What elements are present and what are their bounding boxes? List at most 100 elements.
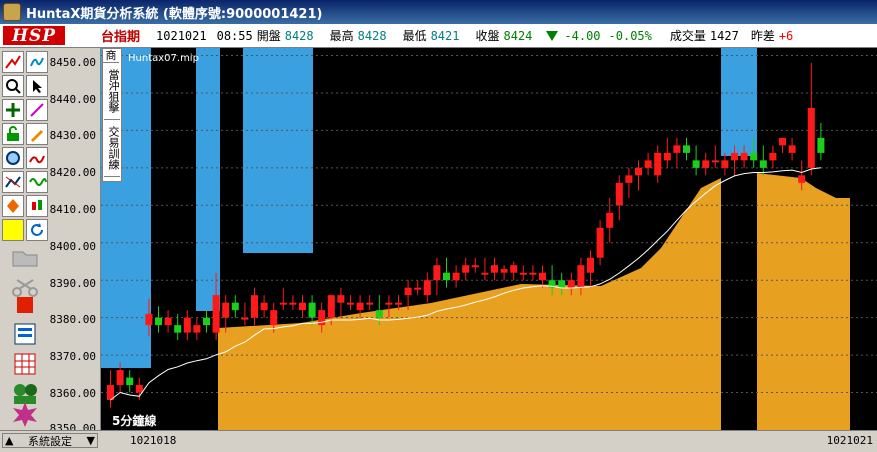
oscillator-icon[interactable] bbox=[26, 171, 48, 193]
low-label: 最低 bbox=[402, 29, 427, 43]
burst-alert-icon[interactable] bbox=[3, 400, 47, 430]
candle-body bbox=[289, 302, 297, 305]
drawing-toolbar bbox=[0, 48, 50, 430]
candle-body bbox=[625, 175, 633, 183]
candlestick-chart[interactable] bbox=[101, 48, 877, 430]
commodity-button[interactable]: 商 bbox=[103, 49, 119, 63]
candle-body bbox=[308, 302, 316, 318]
quote-date: 1021021 bbox=[156, 28, 207, 43]
candle-body bbox=[510, 265, 518, 273]
candle-body bbox=[807, 107, 815, 168]
candle-body bbox=[769, 152, 777, 161]
close-label: 收盤 bbox=[475, 29, 500, 43]
open-folder-icon[interactable] bbox=[3, 244, 47, 274]
candle-tool-icon[interactable] bbox=[26, 195, 48, 217]
candle-body bbox=[327, 295, 335, 318]
lock-icon[interactable] bbox=[2, 123, 24, 145]
candle-body bbox=[356, 302, 364, 311]
high-label: 最高 bbox=[329, 29, 354, 43]
low-value: 8421 bbox=[430, 28, 460, 43]
up-arrow-icon[interactable]: ▲ bbox=[5, 434, 13, 447]
y-tick: 8370.00 bbox=[49, 350, 96, 363]
candle-body bbox=[241, 317, 249, 320]
settings-icon[interactable] bbox=[2, 147, 24, 169]
close-value: 8424 bbox=[503, 28, 533, 43]
app-icon bbox=[3, 3, 21, 21]
candle-body bbox=[366, 302, 374, 305]
candle-body bbox=[126, 377, 134, 386]
candle-body bbox=[759, 160, 767, 168]
open-label: 開盤 bbox=[256, 29, 281, 43]
candle-body bbox=[519, 272, 527, 275]
y-tick: 8440.00 bbox=[49, 93, 96, 106]
candle-body bbox=[433, 265, 441, 281]
candle-body bbox=[596, 227, 604, 258]
brush-tool-icon[interactable] bbox=[26, 123, 48, 145]
wave-tool-icon[interactable] bbox=[26, 51, 48, 73]
change-percent: -0.05% bbox=[608, 28, 652, 43]
pointer-tool-icon[interactable] bbox=[26, 75, 48, 97]
day-trade-button[interactable]: 當沖狙擊 bbox=[104, 63, 120, 120]
candle-body bbox=[644, 160, 652, 168]
candle-body bbox=[654, 152, 662, 176]
crosshair-icon[interactable] bbox=[2, 99, 24, 121]
stop-button-icon[interactable] bbox=[3, 291, 47, 321]
blue-band bbox=[243, 48, 313, 253]
candle-body bbox=[587, 257, 594, 273]
quote-time: 08:55 bbox=[216, 28, 253, 43]
candle-body bbox=[663, 152, 671, 161]
line-draw-icon[interactable] bbox=[2, 51, 24, 73]
window-title: HuntaX期貨分析系統 (軟體序號:9000001421) bbox=[26, 6, 323, 22]
candle-body bbox=[673, 145, 681, 153]
side-panel: 商 當沖狙擊 交易訓練 bbox=[102, 48, 122, 182]
candle-body bbox=[721, 160, 729, 168]
candle-body bbox=[471, 265, 479, 268]
symbol-name[interactable]: 台指期 bbox=[101, 26, 140, 45]
candle-body bbox=[260, 302, 268, 311]
zoom-tool-icon[interactable] bbox=[2, 75, 24, 97]
candle-body bbox=[558, 280, 566, 288]
candle-body bbox=[702, 160, 710, 168]
candle-body bbox=[462, 265, 470, 273]
candle-body bbox=[116, 370, 124, 386]
volume-label: 成交量 bbox=[669, 29, 706, 43]
candle-body bbox=[395, 302, 402, 305]
change-value: -4.00 bbox=[564, 28, 601, 43]
candle-body bbox=[635, 167, 642, 176]
fibonacci-icon[interactable] bbox=[2, 195, 24, 217]
trend-line-icon[interactable] bbox=[2, 171, 24, 193]
color-picker-icon[interactable] bbox=[2, 219, 24, 241]
candle-body bbox=[788, 145, 796, 153]
indicator-label: Huntax07.mip bbox=[128, 53, 199, 64]
candle-body bbox=[731, 152, 738, 161]
candle-body bbox=[212, 295, 220, 333]
candle-body bbox=[193, 325, 201, 333]
candle-body bbox=[711, 160, 719, 163]
report-icon[interactable] bbox=[3, 320, 47, 350]
y-tick: 8360.00 bbox=[49, 387, 96, 400]
curve-tool-icon[interactable] bbox=[26, 147, 48, 169]
candle-body bbox=[750, 152, 758, 161]
quote-bar: HSP 台指期 1021021 08:55 開盤 8428 最高 8428 最低… bbox=[0, 24, 877, 48]
candle-body bbox=[740, 152, 748, 161]
candle-body bbox=[135, 385, 143, 393]
trade-training-button[interactable]: 交易訓練 bbox=[104, 120, 120, 177]
candle-body bbox=[539, 272, 546, 281]
grid-table-icon[interactable] bbox=[3, 350, 47, 380]
candle-body bbox=[817, 137, 825, 153]
candle-body bbox=[414, 287, 422, 290]
candle-body bbox=[404, 287, 412, 296]
refresh-icon[interactable] bbox=[26, 219, 48, 241]
candle-body bbox=[491, 265, 498, 273]
candle-body bbox=[155, 317, 162, 326]
start-date: 1021018 bbox=[130, 434, 177, 447]
down-arrow-icon[interactable]: ▼ bbox=[87, 434, 95, 447]
pen-tool-icon[interactable] bbox=[26, 99, 48, 121]
candle-body bbox=[577, 265, 585, 288]
orange-area bbox=[757, 173, 850, 430]
candle-body bbox=[798, 175, 806, 183]
candle-body bbox=[299, 302, 306, 311]
candle-body bbox=[452, 272, 460, 281]
system-settings-label: 系統設定 bbox=[28, 434, 72, 448]
system-settings-button[interactable]: ▲ 系統設定 ▼ bbox=[2, 433, 98, 448]
